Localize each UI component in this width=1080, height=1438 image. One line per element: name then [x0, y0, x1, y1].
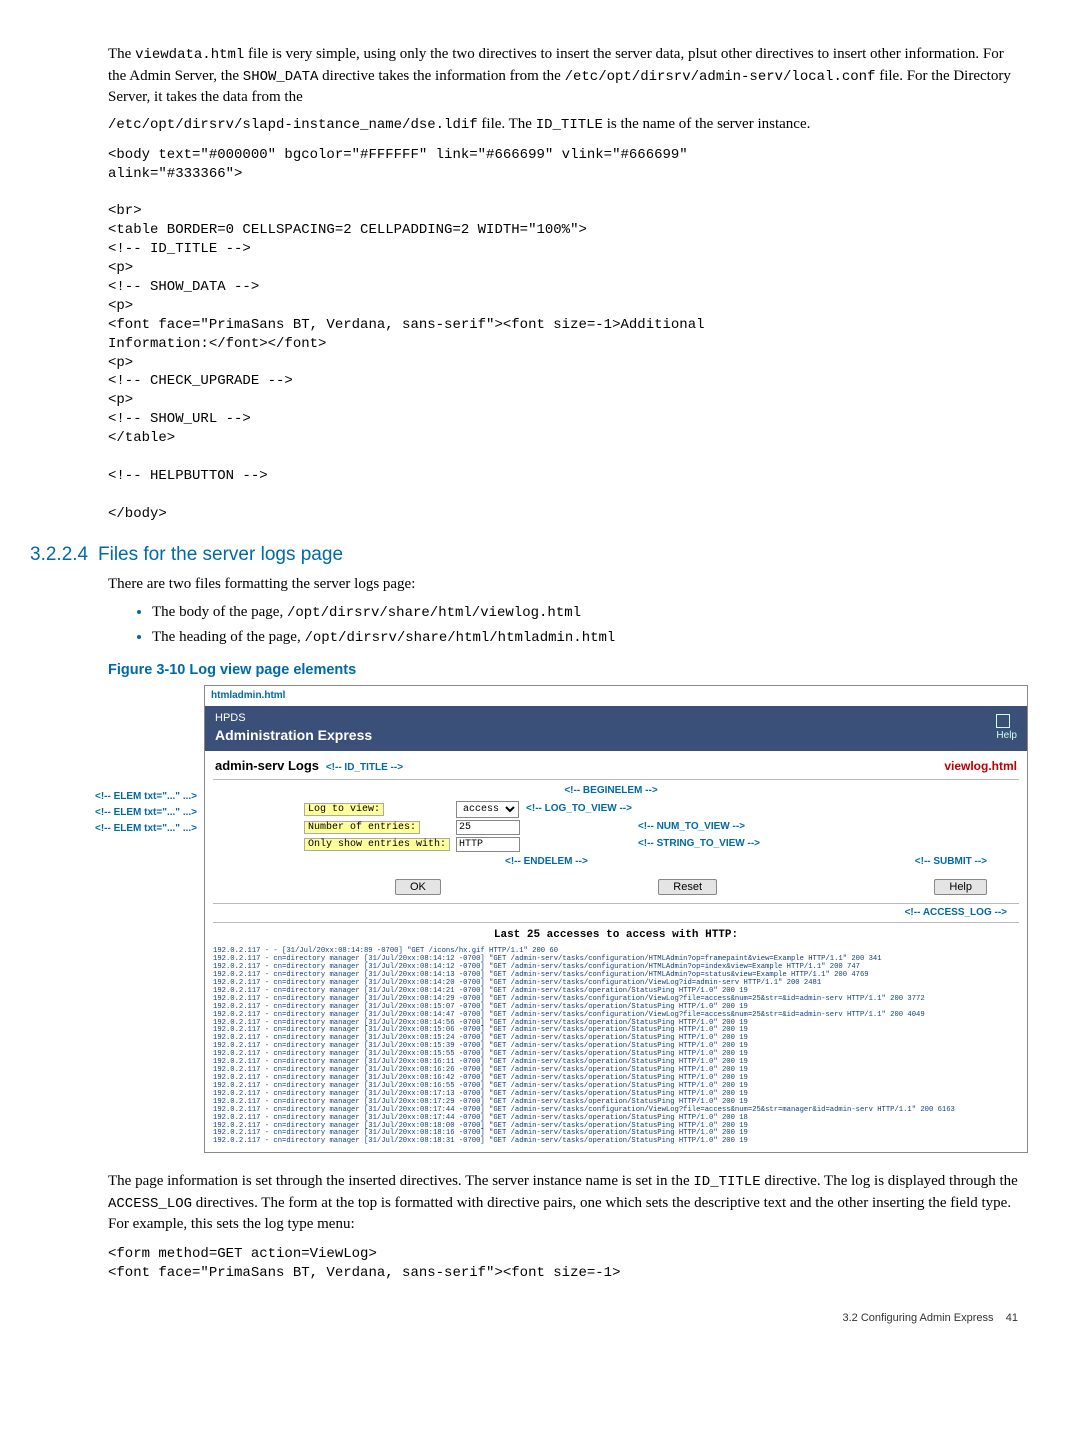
window-icon[interactable]: [996, 714, 1010, 728]
code-block-1: <body text="#000000" bgcolor="#FFFFFF" l…: [108, 146, 1018, 524]
hpds-label: HPDS: [215, 712, 246, 724]
figure-title: Figure 3-10 Log view page elements: [108, 660, 1018, 680]
string-to-view-annot: <!-- STRING_TO_VIEW -->: [638, 838, 760, 849]
figure-container: htmladmin.html HPDS Administration Expre…: [204, 685, 1028, 1154]
reset-button[interactable]: Reset: [658, 879, 717, 895]
elem-annot-3: <!-- ELEM txt="..." ...>: [95, 822, 197, 836]
only-show-label: Only show entries with:: [304, 838, 450, 851]
num-to-view-annot: <!-- NUM_TO_VIEW -->: [638, 821, 745, 832]
admin-header-bar: HPDS Administration Express Help: [205, 706, 1027, 751]
htmladmin-label: htmladmin.html: [205, 686, 1027, 706]
logs-title: admin-serv Logs: [215, 758, 319, 773]
submit-annot: <!-- SUBMIT -->: [915, 855, 987, 869]
after-heading-text: There are two files formatting the serve…: [108, 574, 1018, 595]
ok-button[interactable]: OK: [395, 879, 441, 895]
after-figure-para: The page information is set through the …: [108, 1171, 1018, 1235]
section-heading: 3.2.2.4Files for the server logs page: [108, 542, 1018, 569]
num-entries-label: Number of entries:: [304, 821, 420, 834]
help-link[interactable]: Help: [996, 730, 1017, 742]
result-heading: Last 25 accesses to access with HTTP:: [205, 925, 1027, 946]
log-to-view-annot: <!-- LOG_TO_VIEW -->: [526, 803, 632, 814]
log-to-view-label: Log to view:: [304, 803, 384, 816]
num-entries-input[interactable]: [456, 820, 520, 835]
help-button[interactable]: Help: [934, 879, 987, 895]
intro-para-2: /etc/opt/dirsrv/slapd-instance_name/dse.…: [108, 114, 1018, 136]
endelem-annot: <!-- ENDELEM -->: [505, 855, 588, 869]
list-item: The body of the page, /opt/dirsrv/share/…: [152, 601, 1018, 624]
list-item: The heading of the page, /opt/dirsrv/sha…: [152, 626, 1018, 649]
page-footer: 3.2 Configuring Admin Express 41: [108, 1311, 1018, 1326]
viewlog-label: viewlog.html: [944, 758, 1017, 775]
bullet-list: The body of the page, /opt/dirsrv/share/…: [108, 601, 1018, 648]
only-show-input[interactable]: [456, 837, 520, 852]
code-block-2: <form method=GET action=ViewLog> <font f…: [108, 1245, 1018, 1283]
elem-annot-1: <!-- ELEM txt="..." ...>: [95, 790, 197, 804]
beginelem-annot: <!-- BEGINELEM -->: [564, 785, 657, 796]
intro-para-1: The viewdata.html file is very simple, u…: [108, 44, 1018, 108]
access-log-annot: <!-- ACCESS_LOG -->: [905, 907, 1007, 918]
elem-annot-2: <!-- ELEM txt="..." ...>: [95, 806, 197, 820]
log-to-view-select[interactable]: access: [456, 801, 519, 818]
id-title-annot: <!-- ID_TITLE -->: [326, 762, 403, 773]
log-output: 192.0.2.117 - - [31/Jul/20xx:08:14:89 -0…: [205, 946, 1027, 1152]
admin-express-title: Administration Express: [215, 726, 372, 746]
